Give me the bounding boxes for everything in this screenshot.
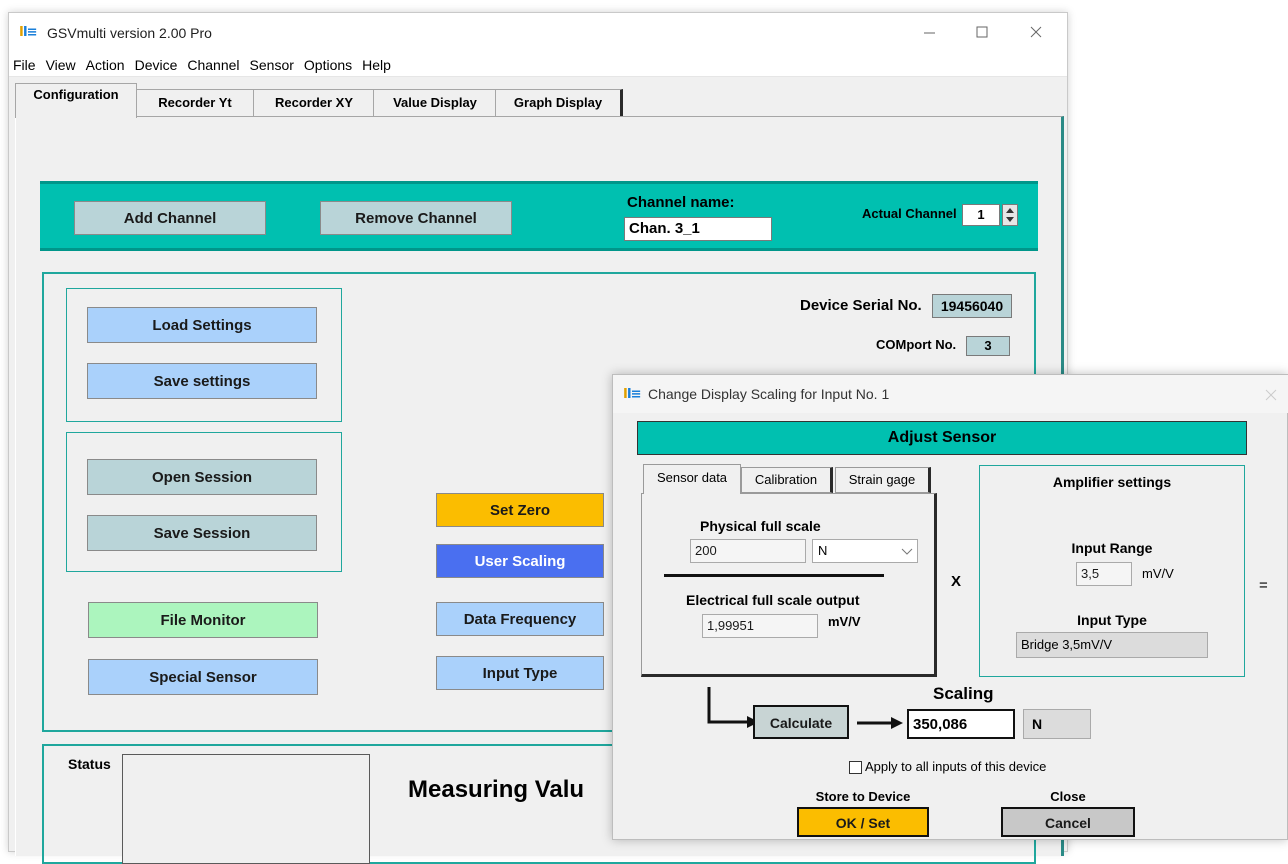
chevron-down-icon [899, 543, 915, 559]
special-sensor-button[interactable]: Special Sensor [88, 659, 318, 695]
menu-view[interactable]: View [41, 53, 81, 75]
menu-options[interactable]: Options [299, 53, 357, 75]
set-zero-button[interactable]: Set Zero [436, 493, 604, 527]
amplifier-settings-title: Amplifier settings [1052, 474, 1172, 490]
apply-all-checkbox[interactable] [849, 761, 862, 774]
unit-select-value: N [818, 543, 828, 558]
tab-configuration[interactable]: Configuration [15, 83, 137, 118]
input-type-label: Input Type [1077, 612, 1147, 628]
ok-set-button[interactable]: OK / Set [797, 807, 929, 837]
menu-channel[interactable]: Channel [182, 53, 244, 75]
open-session-button[interactable]: Open Session [87, 459, 317, 495]
arrow-to-scaling-icon [853, 715, 905, 731]
equals-sign: = [1259, 577, 1268, 594]
menu-help[interactable]: Help [357, 53, 396, 75]
comport-label: COMport No. [876, 337, 957, 352]
user-scaling-button[interactable]: User Scaling [436, 544, 604, 578]
status-box [122, 754, 370, 864]
dialog-logo-icon: II≡ [623, 387, 642, 402]
save-settings-button[interactable]: Save settings [87, 363, 317, 399]
menu-sensor[interactable]: Sensor [245, 53, 299, 75]
save-session-button[interactable]: Save Session [87, 515, 317, 551]
load-settings-button[interactable]: Load Settings [87, 307, 317, 343]
adjust-sensor-header: Adjust Sensor [637, 421, 1247, 455]
scaling-value[interactable]: 350,086 [907, 709, 1015, 739]
scaling-unit: N [1023, 709, 1091, 739]
tab-strip: Configuration Recorder Yt Recorder XY Va… [9, 81, 1067, 118]
dialog-title: Change Display Scaling for Input No. 1 [648, 386, 890, 402]
input-range-value[interactable]: 3,5 [1076, 562, 1132, 586]
fraction-divider [664, 574, 884, 577]
menu-file[interactable]: File [9, 53, 41, 75]
electrical-full-scale-label: Electrical full scale output [686, 592, 860, 608]
menu-action[interactable]: Action [81, 53, 130, 75]
maximize-icon[interactable] [967, 19, 997, 47]
channel-bar: Add Channel Remove Channel Channel name:… [40, 181, 1038, 251]
scaling-label: Scaling [933, 684, 994, 703]
app-logo-icon: II≡ [19, 25, 38, 40]
actual-channel-value[interactable]: 1 [962, 204, 1000, 226]
tab-strain-gage[interactable]: Strain gage [835, 467, 931, 493]
file-monitor-button[interactable]: File Monitor [88, 602, 318, 638]
dialog-close-icon[interactable] [1261, 385, 1281, 405]
apply-all-label: Apply to all inputs of this device [865, 759, 1047, 774]
settings-group: Load Settings Save settings [66, 288, 342, 422]
physical-full-scale-label: Physical full scale [700, 518, 821, 534]
comport-value: 3 [966, 336, 1010, 356]
tab-graph-display[interactable]: Graph Display [495, 89, 623, 118]
physical-full-scale-input[interactable]: 200 [690, 539, 806, 563]
window-title: GSVmulti version 2.00 Pro [47, 25, 212, 41]
input-range-unit: mV/V [1142, 566, 1174, 581]
channel-spinner[interactable] [1002, 204, 1018, 226]
cancel-button[interactable]: Cancel [1001, 807, 1135, 837]
input-range-label: Input Range [1071, 540, 1153, 556]
actual-channel-label: Actual Channel [862, 206, 957, 221]
tab-calibration[interactable]: Calibration [741, 467, 833, 493]
device-serial-label: Device Serial No. [800, 297, 922, 314]
minimize-icon[interactable] [914, 19, 944, 47]
multiply-sign: X [951, 573, 962, 590]
tab-value-display[interactable]: Value Display [373, 89, 499, 118]
channel-name-label: Channel name: [627, 194, 735, 211]
session-group: Open Session Save Session [66, 432, 342, 572]
status-label: Status [68, 756, 111, 772]
store-to-device-label: Store to Device [815, 789, 911, 804]
sensor-data-panel: Physical full scale 200 N Electrical ful… [641, 493, 937, 677]
amplifier-settings-panel: Amplifier settings Input Range 3,5 mV/V … [979, 465, 1245, 677]
input-type-button[interactable]: Input Type [436, 656, 604, 690]
remove-channel-button[interactable]: Remove Channel [320, 201, 512, 235]
measuring-values-heading: Measuring Valu [408, 776, 585, 803]
close-icon[interactable] [1021, 19, 1051, 47]
input-type-value: Bridge 3,5mV/V [1016, 632, 1208, 658]
add-channel-button[interactable]: Add Channel [74, 201, 266, 235]
scaling-dialog: II≡ Change Display Scaling for Input No.… [612, 374, 1288, 840]
electrical-unit: mV/V [828, 614, 861, 629]
tab-recorder-yt[interactable]: Recorder Yt [135, 89, 257, 118]
dialog-title-bar: II≡ Change Display Scaling for Input No.… [613, 375, 1288, 413]
title-bar: II≡ GSVmulti version 2.00 Pro [9, 13, 1067, 53]
menu-device[interactable]: Device [130, 53, 183, 75]
close-label: Close [1050, 789, 1086, 804]
channel-name-input[interactable]: Chan. 3_1 [624, 217, 772, 241]
unit-select[interactable]: N [812, 539, 918, 563]
data-frequency-button[interactable]: Data Frequency [436, 602, 604, 636]
electrical-full-scale-input[interactable]: 1,99951 [702, 614, 818, 638]
menu-bar: File View Action Device Channel Sensor Options… [9, 53, 1067, 77]
tab-sensor-data[interactable]: Sensor data [643, 464, 741, 494]
tab-recorder-xy[interactable]: Recorder XY [253, 89, 377, 118]
device-serial-value: 19456040 [932, 294, 1012, 318]
calculate-button[interactable]: Calculate [753, 705, 849, 739]
